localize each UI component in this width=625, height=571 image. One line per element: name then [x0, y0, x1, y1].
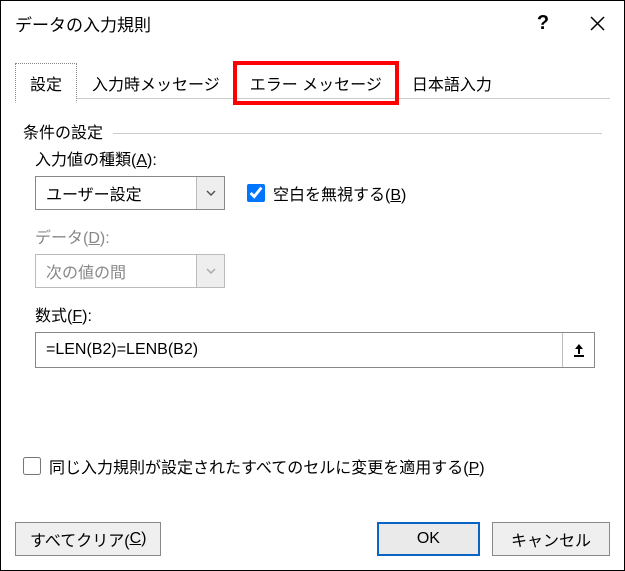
ignore-blank-label: 空白を無視する(B)	[273, 181, 406, 205]
formula-label: 数式(F):	[35, 302, 602, 326]
group-separator	[113, 133, 602, 134]
help-button[interactable]: ?	[516, 1, 570, 45]
ok-button[interactable]: OK	[377, 522, 480, 556]
ignore-blank-checkbox[interactable]: 空白を無視する(B)	[247, 181, 406, 205]
tab-error-message[interactable]: エラー メッセージ	[235, 63, 397, 103]
formula-input[interactable]: =LEN(B2)=LENB(B2)	[36, 341, 562, 359]
close-icon	[590, 16, 605, 31]
data-combo-button	[196, 255, 224, 287]
apply-all-input[interactable]	[23, 457, 41, 475]
apply-row: 同じ入力規則が設定されたすべてのセルに変更を適用する(P)	[23, 454, 602, 478]
range-selector-icon	[572, 343, 586, 357]
allow-label: 入力値の種類(A):	[35, 146, 602, 170]
dialog-data-validation: データの入力規則 ? 設定 入力時メッセージ エラー メッセージ 日本語入力 条…	[0, 0, 625, 571]
allow-section: 入力値の種類(A): ユーザー設定 空白を無視する(B)	[23, 146, 602, 210]
data-combo-value: 次の値の間	[36, 259, 196, 283]
allow-combo[interactable]: ユーザー設定	[35, 176, 225, 210]
data-combo: 次の値の間	[35, 254, 225, 288]
tab-ime[interactable]: 日本語入力	[397, 63, 507, 103]
titlebar: データの入力規則 ?	[1, 1, 624, 45]
chevron-down-icon	[206, 268, 216, 274]
clear-all-button[interactable]: すべてクリア(C)	[15, 522, 161, 556]
chevron-down-icon	[206, 190, 216, 196]
formula-section: 数式(F): =LEN(B2)=LENB(B2)	[23, 302, 602, 368]
ignore-blank-input[interactable]	[247, 184, 265, 202]
apply-all-checkbox[interactable]: 同じ入力規則が設定されたすべてのセルに変更を適用する(P)	[23, 454, 602, 478]
cancel-button[interactable]: キャンセル	[492, 522, 610, 556]
dialog-footer: すべてクリア(C) OK キャンセル	[15, 522, 610, 556]
tab-row: 設定 入力時メッセージ エラー メッセージ 日本語入力	[1, 45, 624, 103]
data-section: データ(D): 次の値の間	[23, 224, 602, 288]
tab-input-message[interactable]: 入力時メッセージ	[77, 63, 235, 103]
allow-combo-button[interactable]	[196, 177, 224, 209]
dialog-title: データの入力規則	[15, 11, 516, 36]
tab-settings[interactable]: 設定	[15, 63, 77, 103]
data-label: データ(D):	[35, 224, 602, 248]
tab-content: 条件の設定 入力値の種類(A): ユーザー設定 空白を無視する(B)	[1, 103, 624, 478]
close-button[interactable]	[570, 1, 624, 45]
allow-combo-value: ユーザー設定	[36, 181, 196, 205]
formula-input-row: =LEN(B2)=LENB(B2)	[35, 332, 595, 368]
apply-all-label: 同じ入力規則が設定されたすべてのセルに変更を適用する(P)	[49, 454, 485, 478]
titlebar-buttons: ?	[516, 1, 624, 45]
formula-range-button[interactable]	[562, 333, 594, 367]
